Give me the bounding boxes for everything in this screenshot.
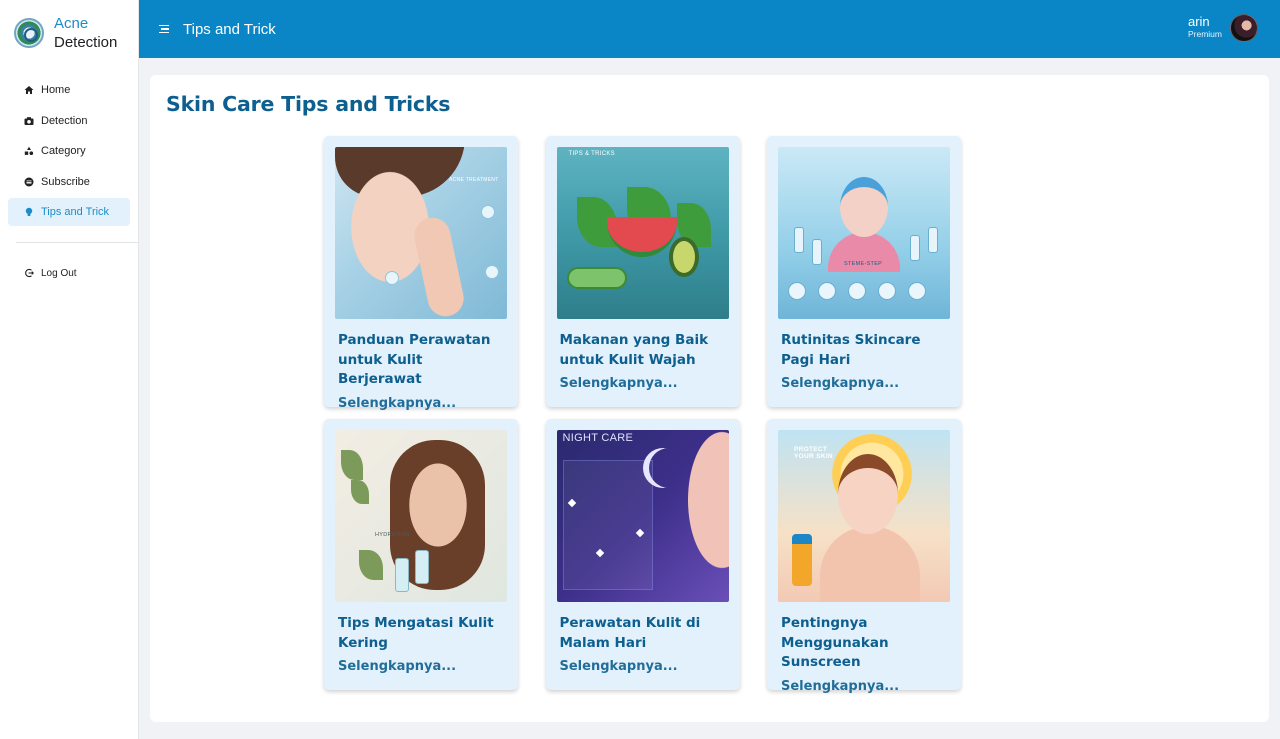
tip-card-image-label: NIGHT CARE [562, 432, 634, 444]
sidebar-item-subscribe[interactable]: Subscribe [8, 168, 130, 196]
tip-card-image-label: ACNE TREATMENT [449, 177, 499, 183]
sidebar-item-logout[interactable]: Log Out [8, 259, 130, 287]
tip-card-image: PROTECT YOUR SKIN [778, 430, 950, 602]
tip-card[interactable]: ACNE TREATMENT Panduan Perawatan untuk K… [324, 136, 518, 411]
sidebar-nav: Home Detection Category Subscribe Tips a… [0, 76, 139, 287]
user-plan: Premium [1187, 29, 1222, 39]
page-title: Skin Care Tips and Tricks [166, 92, 451, 116]
tip-card[interactable]: TIPS & TRICKS Makanan yang Baik untuk Ku… [545, 136, 740, 407]
read-more-link[interactable]: Selengkapnya... [778, 376, 950, 391]
read-more-link[interactable]: Selengkapnya... [335, 659, 507, 674]
sidebar-item-label: Detection [41, 114, 88, 127]
read-more-link[interactable]: Selengkapnya... [335, 396, 507, 411]
user-name: arin [1187, 14, 1210, 29]
subscribe-icon [24, 177, 34, 187]
sidebar-item-label: Tips and Trick [41, 206, 110, 218]
brand-name-line1: Acne [54, 15, 89, 32]
content-panel: Skin Care Tips and Tricks ACNE TREATMENT… [150, 75, 1269, 722]
tip-card-title: Tips Mengatasi Kulit Kering [338, 615, 494, 651]
tip-card-title: Makanan yang Baik untuk Kulit Wajah [559, 332, 709, 368]
tip-card-image: NIGHT CARE [556, 430, 729, 602]
tip-card-image: ACNE TREATMENT [335, 147, 507, 319]
sidebar-item-detection[interactable]: Detection [8, 107, 130, 135]
sidebar-item-tips-and-trick[interactable]: Tips and Trick [8, 198, 130, 226]
tip-card-title: Pentingnya Menggunakan Sunscreen [781, 615, 889, 670]
logout-label: Log Out [41, 267, 77, 279]
tip-card[interactable]: PROTECT YOUR SKIN Pentingnya Menggunakan… [767, 419, 961, 694]
read-more-link[interactable]: Selengkapnya... [778, 679, 950, 694]
sidebar-divider [16, 242, 139, 243]
lightbulb-icon [24, 207, 34, 217]
tip-card-image-label: PROTECT YOUR SKIN [794, 446, 833, 460]
home-icon [24, 85, 34, 95]
sidebar-item-label: Home [41, 84, 71, 96]
camera-icon [24, 116, 34, 126]
brand[interactable]: Acne Detection [0, 0, 138, 66]
brand-name-line2: Detection [54, 34, 118, 51]
tip-card-image-label: TIPS & TRICKS [568, 151, 615, 157]
tip-card-title: Rutinitas Skincare Pagi Hari [781, 332, 921, 368]
sidebar: Acne Detection Home Detection Category S… [0, 0, 139, 739]
user-info: arin Premium [1188, 15, 1222, 41]
tip-card[interactable]: STEME-STEP Rutinitas Skincare Pagi Hari … [767, 136, 961, 407]
tips-grid: ACNE TREATMENT Panduan Perawatan untuk K… [324, 136, 961, 694]
logout-icon [24, 268, 34, 278]
sidebar-item-home[interactable]: Home [8, 76, 130, 104]
tip-card-image-label: STEME-STEP [844, 261, 883, 267]
sidebar-item-category[interactable]: Category [8, 137, 130, 165]
tip-card[interactable]: NIGHT CARE Perawatan Kulit di Malam Hari… [545, 419, 740, 690]
category-icon [24, 146, 34, 156]
tip-card-title: Panduan Perawatan untuk Kulit Berjerawat [338, 332, 491, 387]
header-title: Tips and Trick [183, 20, 276, 38]
avatar[interactable] [1230, 14, 1258, 42]
tip-card-image: HYDRATION [335, 430, 507, 602]
brand-text: Acne Detection [54, 14, 117, 52]
tip-card[interactable]: HYDRATION Tips Mengatasi Kulit Kering Se… [324, 419, 518, 690]
sidebar-item-label: Subscribe [41, 175, 90, 188]
top-header: Tips and Trick arin Premium [139, 0, 1280, 58]
read-more-link[interactable]: Selengkapnya... [557, 659, 729, 674]
menu-toggle-icon[interactable] [157, 22, 171, 36]
user-menu[interactable]: arin Premium [1188, 14, 1258, 42]
tip-card-image-label: HYDRATION [375, 532, 410, 538]
read-more-link[interactable]: Selengkapnya... [557, 376, 729, 391]
tip-card-image: STEME-STEP [778, 147, 950, 319]
brand-logo [14, 18, 44, 48]
tip-card-title: Perawatan Kulit di Malam Hari [559, 615, 701, 651]
tip-card-image: TIPS & TRICKS [556, 147, 729, 319]
sidebar-item-label: Category [41, 145, 86, 157]
